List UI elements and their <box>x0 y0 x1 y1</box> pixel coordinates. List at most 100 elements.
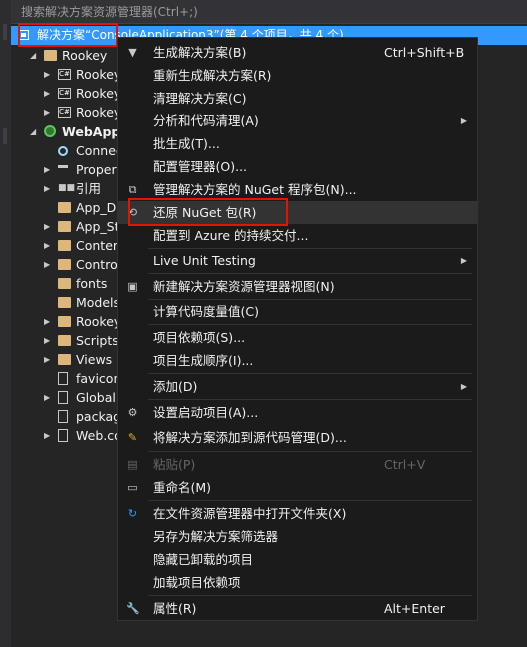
menu-item-rebuild-solution[interactable]: 重新生成解决方案(R) <box>118 64 477 87</box>
menu-item-add[interactable]: 添加(D) ▶ <box>118 375 477 398</box>
tree-item-label: Rookey <box>62 48 108 63</box>
menu-item-build-order[interactable]: 项目生成顺序(I)... <box>118 349 477 372</box>
tree-item[interactable]: ▶ Scripts <box>11 331 117 350</box>
menu-separator <box>148 324 472 325</box>
menu-item-hide-unloaded[interactable]: 隐藏已卸载的项目 <box>118 548 477 571</box>
tree-item[interactable]: Models <box>11 293 117 312</box>
tree-item[interactable]: ▶ Views <box>11 350 117 369</box>
folder-icon <box>58 202 71 213</box>
folder-icon <box>58 354 71 365</box>
tree-item[interactable]: favicon <box>11 369 117 388</box>
submenu-arrow-icon: ▶ <box>460 382 467 391</box>
collapsed-arrow-icon[interactable]: ▶ <box>44 179 50 198</box>
collapsed-arrow-icon[interactable]: ▶ <box>44 103 50 122</box>
collapsed-arrow-icon[interactable]: ▶ <box>44 65 50 84</box>
file-icon <box>58 429 68 442</box>
tree-item[interactable]: ▶ C# Rookey <box>11 84 117 103</box>
tree-item-label: Views <box>76 352 113 367</box>
collapsed-arrow-icon[interactable]: ▶ <box>44 236 50 255</box>
tree-item[interactable]: ▶ ■■ 引用 <box>11 179 117 198</box>
expanded-arrow-icon[interactable]: ◢ <box>30 122 36 141</box>
folder-icon <box>44 50 57 61</box>
gutter-marker <box>3 24 7 40</box>
tree-item[interactable]: Connected <box>11 141 117 160</box>
csharp-project-icon: C# <box>58 88 71 99</box>
context-menu: ▼ 生成解决方案(B) Ctrl+Shift+B 重新生成解决方案(R) 清理解… <box>117 37 478 621</box>
tree-item-label: Global <box>76 390 116 405</box>
collapsed-arrow-icon[interactable]: ▶ <box>44 312 50 331</box>
new-view-icon: ▣ <box>127 280 138 293</box>
tree-item[interactable]: ▶ Properties <box>11 160 117 179</box>
menu-item-configuration-manager[interactable]: 配置管理器(O)... <box>118 155 477 178</box>
menu-item-open-in-explorer[interactable]: ↻ 在文件资源管理器中打开文件夹(X) <box>118 502 477 525</box>
menu-item-startup-projects[interactable]: ⚙ 设置启动项目(A)... <box>118 401 477 424</box>
menu-item-project-dependencies[interactable]: 项目依赖项(S)... <box>118 326 477 349</box>
collapsed-arrow-icon[interactable]: ▶ <box>44 217 50 236</box>
menu-item-build-solution[interactable]: ▼ 生成解决方案(B) Ctrl+Shift+B <box>118 41 477 64</box>
menu-separator <box>148 595 472 596</box>
connected-services-icon <box>58 146 68 156</box>
paste-icon: ▤ <box>127 458 138 471</box>
menu-item-add-source-control[interactable]: ✎ 将解决方案添加到源代码管理(D)... <box>118 426 477 449</box>
tree-item[interactable]: ▶ Content <box>11 236 117 255</box>
menu-item-azure-delivery[interactable]: 配置到 Azure 的持续交付... <box>118 224 477 247</box>
collapsed-arrow-icon[interactable]: ▶ <box>44 388 50 407</box>
menu-item-batch-build[interactable]: 批生成(T)... <box>118 132 477 155</box>
menu-item-properties[interactable]: 🔧 属性(R) Alt+Enter <box>118 597 477 620</box>
tree-item[interactable]: ▶ Controllers <box>11 255 117 274</box>
menu-separator <box>148 451 472 452</box>
folder-icon <box>58 221 71 232</box>
tree-item[interactable]: ▶ Global <box>11 388 117 407</box>
tree-item-label: Rookey <box>76 105 117 120</box>
menu-item-analyze[interactable]: 分析和代码清理(A) ▶ <box>118 109 477 132</box>
tree-item-label: WebApp <box>62 124 117 139</box>
menu-item-live-unit-testing[interactable]: Live Unit Testing ▶ <box>118 249 477 272</box>
tree-item[interactable]: ▶ C# Rookey <box>11 65 117 84</box>
tree-item[interactable]: fonts <box>11 274 117 293</box>
tree-item[interactable]: ▶ App_Start <box>11 217 117 236</box>
collapsed-arrow-icon[interactable]: ▶ <box>44 350 50 369</box>
collapsed-arrow-icon[interactable]: ▶ <box>44 255 50 274</box>
gear-icon: ⚙ <box>127 406 138 419</box>
menu-item-code-metrics[interactable]: 计算代码度量值(C) <box>118 300 477 323</box>
tree-item[interactable]: ▶ Rookey <box>11 312 117 331</box>
menu-item-paste[interactable]: ▤ 粘贴(P) Ctrl+V <box>118 453 477 476</box>
menu-item-load-dependencies[interactable]: 加载项目依赖项 <box>118 571 477 594</box>
collapsed-arrow-icon[interactable]: ▶ <box>44 84 50 103</box>
collapsed-arrow-icon[interactable]: ▶ <box>44 426 50 445</box>
tree-item[interactable]: packages <box>11 407 117 426</box>
file-icon <box>58 391 68 404</box>
menu-item-clean-solution[interactable]: 清理解决方案(C) <box>118 87 477 110</box>
tree-item-label: Rookey <box>76 86 117 101</box>
menu-item-save-filter[interactable]: 另存为解决方案筛选器 <box>118 525 477 548</box>
menu-separator <box>148 399 472 400</box>
tree-item-label: Connected <box>76 143 117 158</box>
references-icon: ■■ <box>58 183 76 193</box>
tree-item[interactable]: ◢ Rookey <box>11 46 117 65</box>
csharp-project-icon: C# <box>58 69 71 80</box>
tree-item[interactable]: ◢ WebApp <box>11 122 117 141</box>
collapsed-arrow-icon[interactable]: ▶ <box>44 160 50 179</box>
tree-item-label: 引用 <box>76 181 102 196</box>
folder-icon <box>58 259 71 270</box>
expanded-arrow-icon[interactable]: ◢ <box>30 46 36 65</box>
menu-item-new-explorer-view[interactable]: ▣ 新建解决方案资源管理器视图(N) <box>118 275 477 298</box>
tree-item[interactable]: App_Data <box>11 198 117 217</box>
tree-item[interactable]: ▶ C# Rookey <box>11 103 117 122</box>
tree-item-label: Controllers <box>76 257 117 272</box>
gutter-marker <box>3 128 7 144</box>
folder-icon <box>58 335 71 346</box>
collapsed-arrow-icon[interactable]: ▶ <box>44 331 50 350</box>
tree-item[interactable]: ▶ Web.config <box>11 426 117 445</box>
tree-item-label: fonts <box>76 276 108 291</box>
menu-item-rename[interactable]: ▭ 重命名(M) <box>118 476 477 499</box>
folder-icon <box>58 278 71 289</box>
nuget-package-icon: ⧉ <box>128 183 137 196</box>
solution-highlight-box <box>18 23 118 47</box>
csharp-project-icon: C# <box>58 107 71 118</box>
tree-item-label: Content <box>76 238 117 253</box>
menu-separator <box>148 500 472 501</box>
tree-item-label: favicon <box>76 371 117 386</box>
rename-icon: ▭ <box>127 481 138 494</box>
search-input[interactable]: 搜索解决方案资源管理器(Ctrl+;) <box>11 0 527 24</box>
